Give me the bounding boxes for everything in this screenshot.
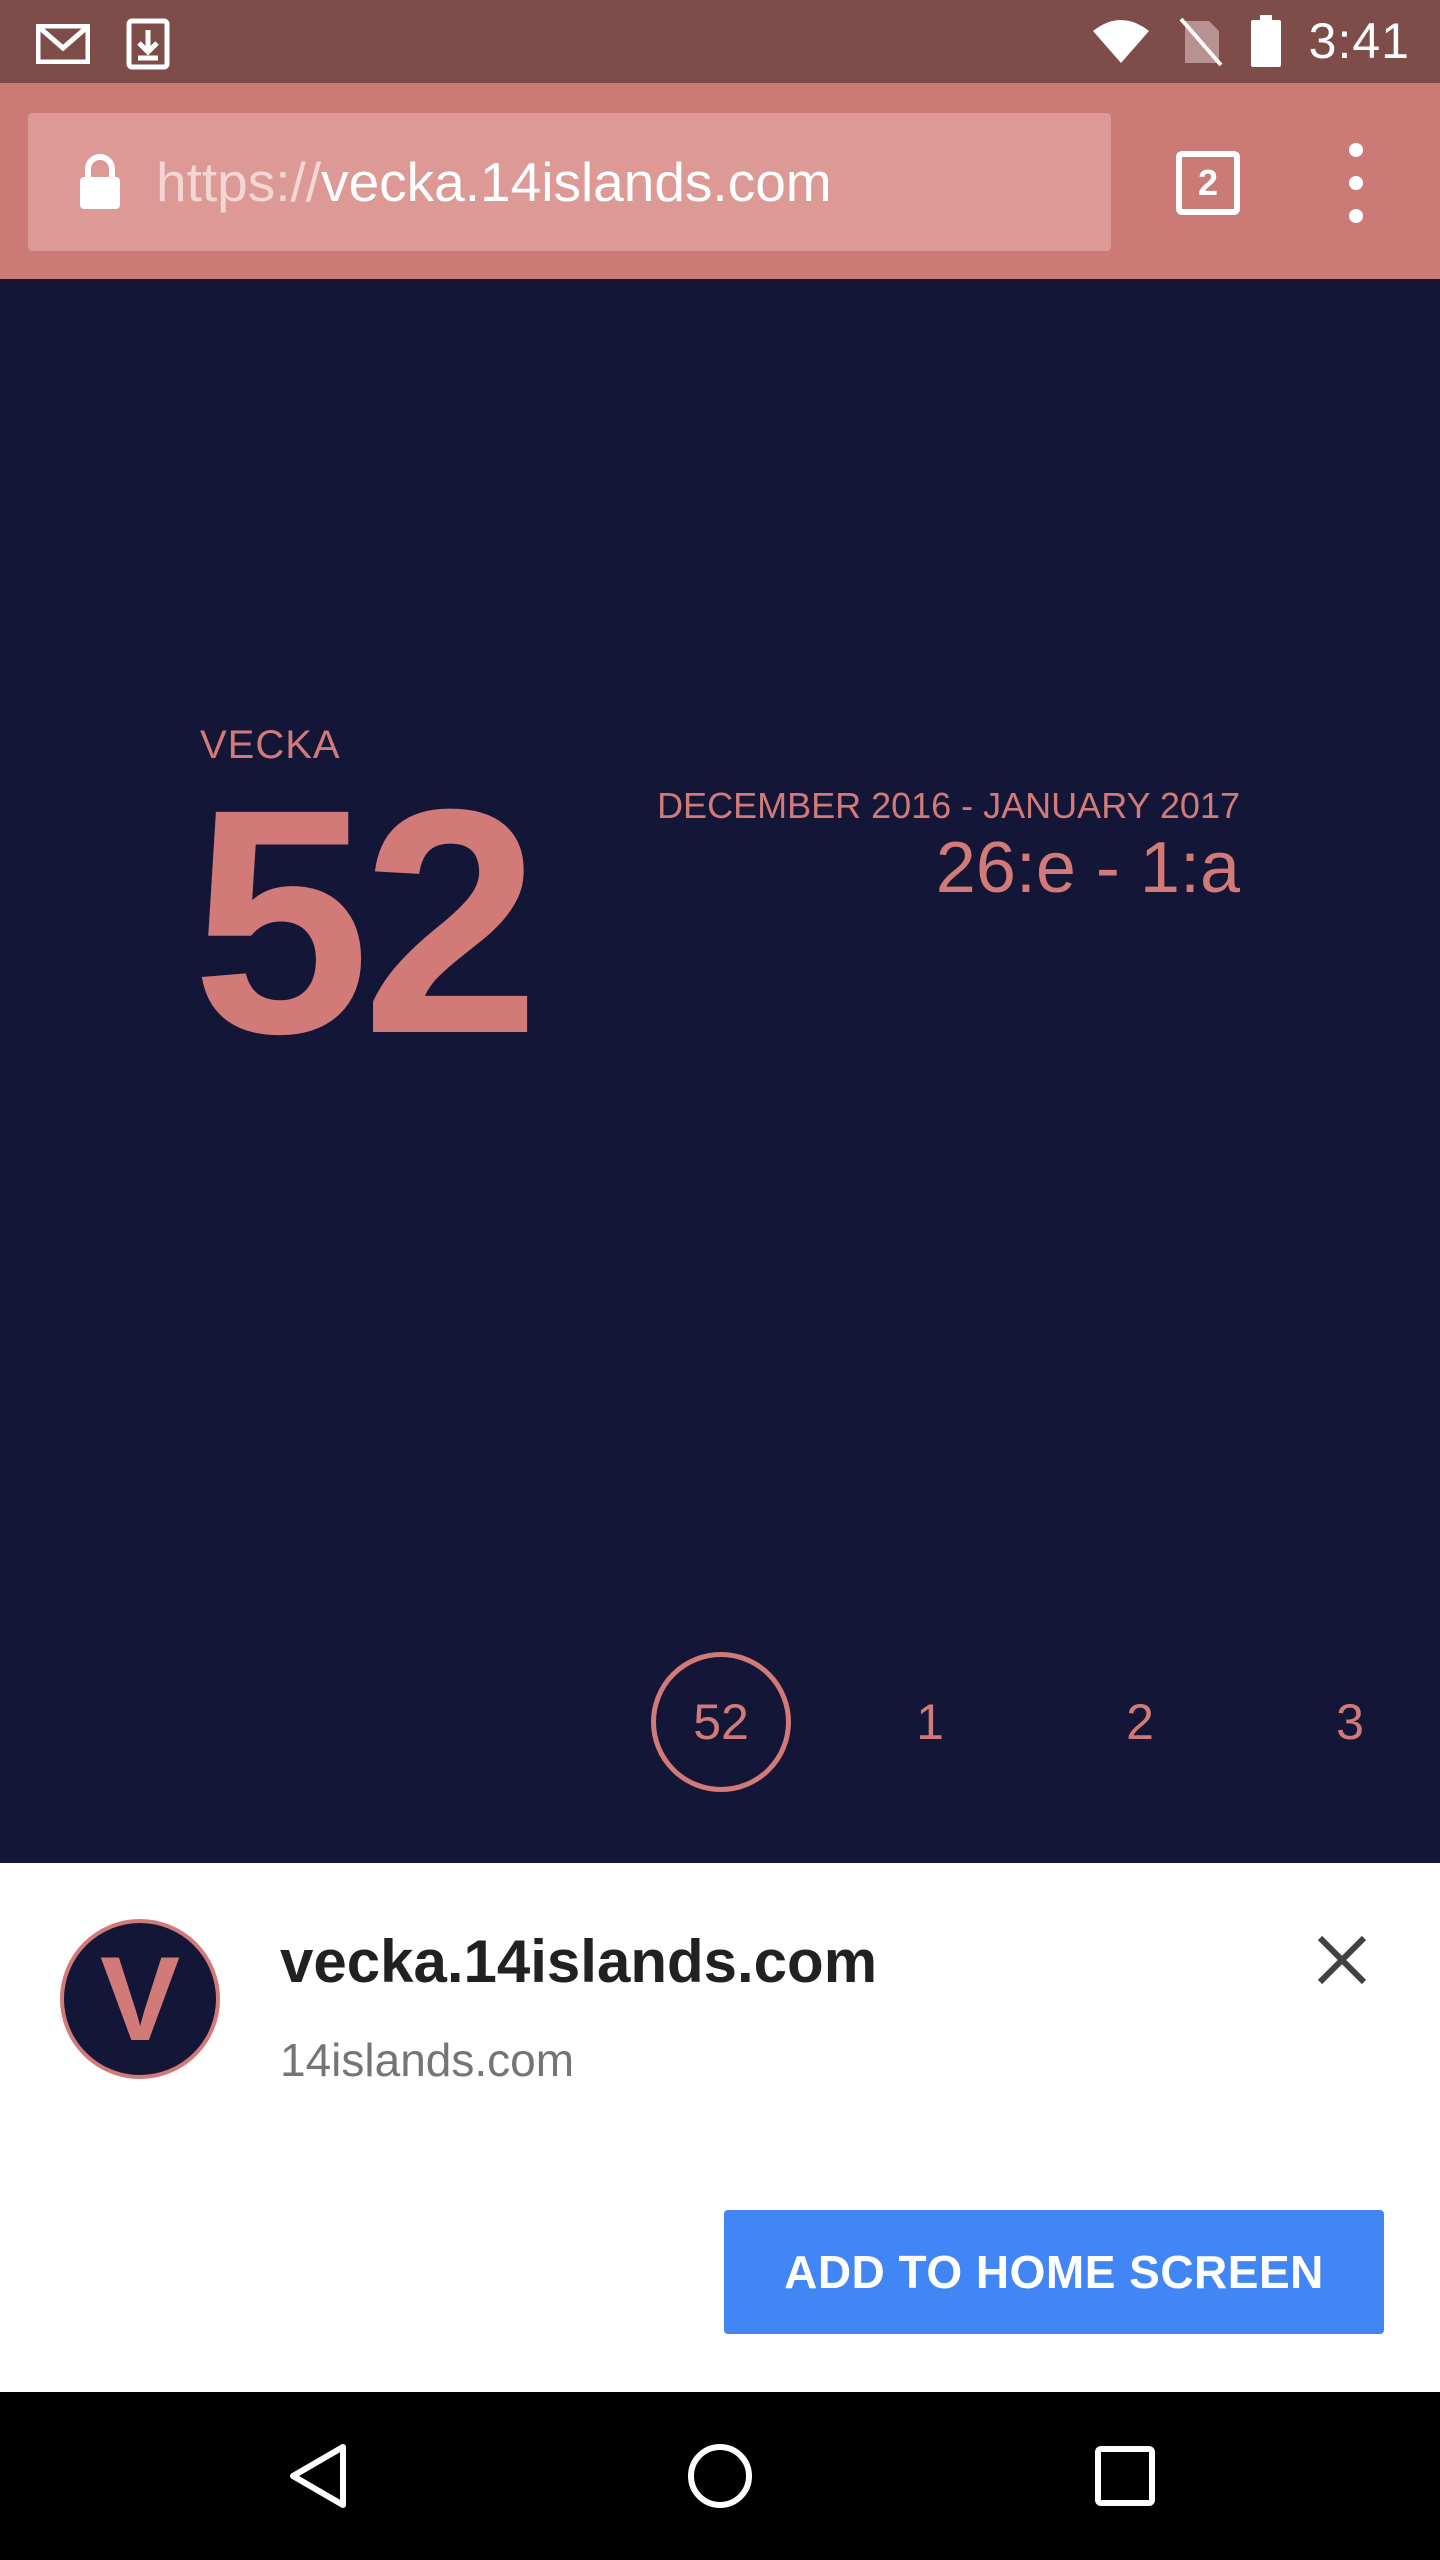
home-button[interactable]: [670, 2392, 770, 2560]
back-icon: [290, 2444, 346, 2508]
overflow-menu-button[interactable]: [1336, 143, 1376, 223]
web-page: VECKA 52 DECEMBER 2016 - JANUARY 2017 26…: [0, 279, 1440, 1863]
clock: 3:41: [1308, 13, 1410, 69]
gmail-icon: [36, 24, 90, 64]
tab-switcher-button[interactable]: 2: [1176, 151, 1240, 215]
add-to-home-screen-button[interactable]: ADD TO HOME SCREEN: [724, 2210, 1384, 2334]
app-icon-letter: V: [99, 1932, 181, 2066]
week-item-2[interactable]: 2: [1070, 1652, 1210, 1792]
banner-subtitle: 14islands.com: [280, 2034, 575, 2086]
lock-icon: [80, 154, 120, 209]
browser-toolbar: https://vecka.14islands.com 2: [0, 83, 1440, 279]
system-nav-bar: [0, 2392, 1440, 2560]
status-bar: 3:41: [0, 0, 1440, 83]
week-navigation: 52 1 2 3: [0, 1652, 1440, 1792]
app-icon: V: [60, 1919, 220, 2079]
recents-button[interactable]: [1075, 2392, 1175, 2560]
menu-dot: [1349, 209, 1363, 223]
menu-dot: [1349, 176, 1363, 190]
menu-dot: [1349, 143, 1363, 157]
no-sim-icon: [1179, 17, 1223, 67]
week-item-3[interactable]: 3: [1280, 1652, 1420, 1792]
day-range: 26:e - 1:a: [935, 828, 1240, 908]
home-icon: [688, 2444, 752, 2508]
week-item-1[interactable]: 1: [860, 1652, 1000, 1792]
close-icon[interactable]: [1310, 1928, 1374, 1992]
url-host: vecka.14islands.com: [321, 151, 832, 213]
banner-title: vecka.14islands.com: [280, 1928, 878, 1995]
download-icon: [126, 18, 170, 70]
url-scheme: https://: [156, 151, 322, 213]
recents-icon: [1095, 2446, 1155, 2506]
address-bar[interactable]: https://vecka.14islands.com: [28, 113, 1111, 251]
add-to-home-banner: V vecka.14islands.com 14islands.com ADD …: [0, 1863, 1440, 2392]
week-item-52[interactable]: 52: [651, 1652, 791, 1792]
back-button[interactable]: [270, 2392, 370, 2560]
url-text[interactable]: https://vecka.14islands.com: [156, 113, 832, 251]
month-range: DECEMBER 2016 - JANUARY 2017: [657, 785, 1240, 826]
notification-icons: [36, 18, 170, 70]
wifi-icon: [1092, 20, 1149, 63]
tab-count: 2: [1197, 162, 1219, 203]
battery-icon: [1250, 15, 1281, 67]
current-week-number: 52: [192, 742, 540, 1100]
system-icons: 3:41: [1091, 12, 1410, 70]
